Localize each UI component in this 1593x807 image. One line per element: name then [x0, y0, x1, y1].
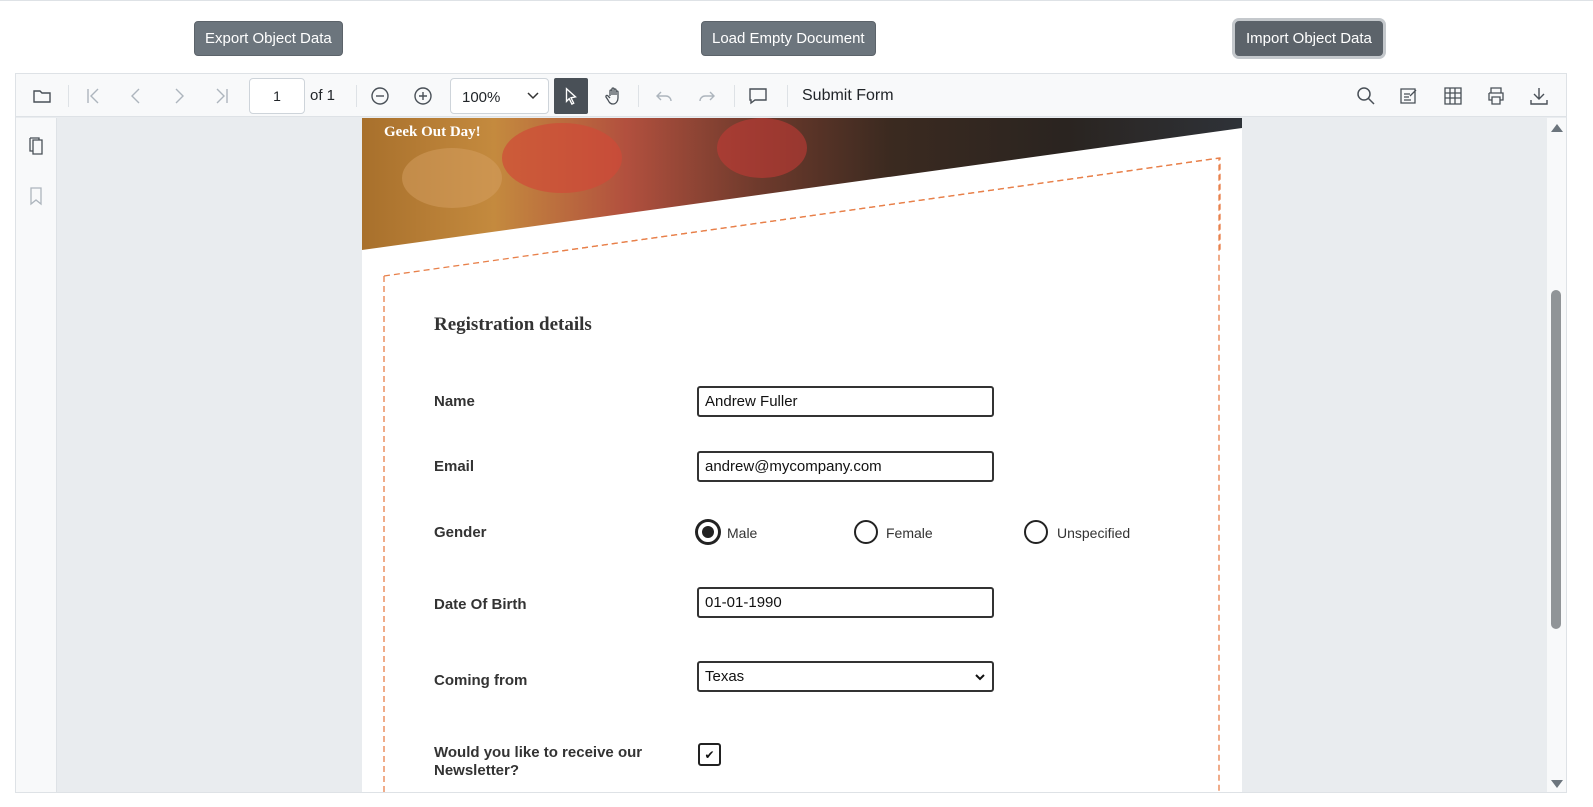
top-divider: [0, 0, 1593, 1]
last-page-icon[interactable]: [209, 83, 235, 109]
gender-option-label: Female: [886, 525, 933, 541]
export-object-data-button[interactable]: Export Object Data: [194, 21, 343, 56]
email-field[interactable]: andrew@mycompany.com: [697, 451, 994, 482]
submit-form-button[interactable]: Submit Form: [802, 87, 894, 105]
pdf-page: Geek Out Day! Registration details Name …: [362, 118, 1242, 792]
next-page-icon[interactable]: [166, 83, 192, 109]
coming-from-dropdown[interactable]: Texas: [697, 661, 994, 692]
banner-title: Geek Out Day!: [384, 124, 481, 140]
scroll-down-icon[interactable]: [1551, 780, 1563, 788]
zoom-dropdown[interactable]: 100%: [450, 78, 549, 114]
toolbar-separator: [734, 85, 735, 107]
coming-from-value: Texas: [705, 668, 745, 685]
gender-label: Gender: [434, 524, 487, 541]
comment-icon[interactable]: [745, 83, 771, 109]
bookmark-icon[interactable]: [24, 184, 48, 208]
page-count: of 1: [310, 87, 336, 104]
download-icon[interactable]: [1526, 83, 1552, 109]
gender-radio-male[interactable]: [696, 520, 720, 544]
gender-radio-unspecified[interactable]: [1024, 520, 1048, 544]
toolbar-separator: [638, 85, 639, 107]
form-title: Registration details: [434, 314, 592, 335]
form-fields-icon[interactable]: [1440, 83, 1466, 109]
toolbar-separator: [356, 85, 357, 107]
chevron-down-icon: [975, 674, 985, 681]
dob-field[interactable]: 01-01-1990: [697, 587, 994, 618]
viewer-toolbar: 1 of 1 100% Submit Form: [16, 74, 1566, 117]
import-object-data-button[interactable]: Import Object Data: [1235, 21, 1383, 56]
annotation-icon[interactable]: [1396, 83, 1422, 109]
first-page-icon[interactable]: [80, 83, 106, 109]
dob-label: Date Of Birth: [434, 596, 527, 613]
gender-option-label: Male: [727, 525, 758, 541]
gender-option-label: Unspecified: [1057, 525, 1131, 541]
text-select-icon[interactable]: [554, 78, 588, 114]
scroll-up-icon[interactable]: [1551, 124, 1563, 132]
zoom-value: 100%: [462, 89, 501, 106]
previous-page-icon[interactable]: [123, 83, 149, 109]
open-icon[interactable]: [29, 83, 55, 109]
check-icon: ✔: [704, 747, 715, 762]
zoom-in-icon[interactable]: [410, 83, 436, 109]
zoom-out-icon[interactable]: [367, 83, 393, 109]
undo-icon[interactable]: [651, 83, 677, 109]
viewer-sidebar: [16, 118, 57, 792]
coming-from-label: Coming from: [434, 672, 528, 689]
toolbar-separator: [787, 85, 788, 107]
print-icon[interactable]: [1483, 83, 1509, 109]
search-icon[interactable]: [1353, 83, 1379, 109]
newsletter-label: Would you like to receive our Newsletter…: [434, 744, 643, 779]
pdf-viewer: 1 of 1 100% Submit Form Geek Out Day! Re…: [15, 73, 1567, 793]
newsletter-checkbox[interactable]: ✔: [698, 743, 721, 766]
pan-icon[interactable]: [601, 83, 627, 109]
chevron-down-icon: [527, 92, 539, 100]
page-thumbnails-icon[interactable]: [24, 134, 48, 158]
current-page-input[interactable]: 1: [249, 78, 305, 114]
load-empty-document-button[interactable]: Load Empty Document: [701, 21, 876, 56]
vertical-scrollbar[interactable]: [1547, 118, 1566, 792]
scroll-thumb[interactable]: [1551, 290, 1561, 629]
redo-icon[interactable]: [694, 83, 720, 109]
name-field[interactable]: Andrew Fuller: [697, 386, 994, 417]
email-label: Email: [434, 458, 475, 475]
name-label: Name: [434, 393, 475, 410]
gender-radio-female[interactable]: [854, 520, 878, 544]
toolbar-separator: [68, 85, 69, 107]
